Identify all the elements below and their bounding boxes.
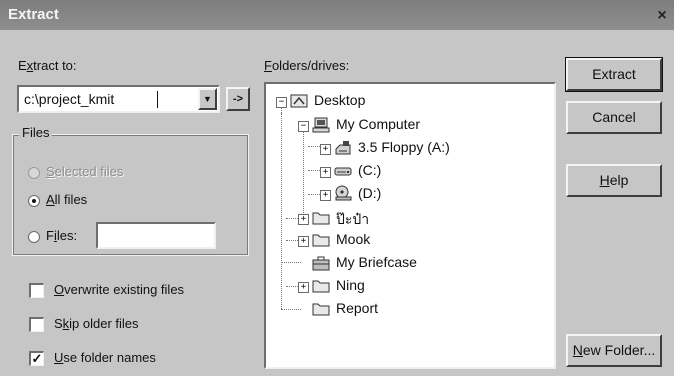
cd-drive-icon bbox=[335, 185, 352, 201]
text-cursor bbox=[157, 91, 158, 108]
help-button-hotkey: H bbox=[599, 172, 610, 188]
cancel-button[interactable]: Cancel bbox=[566, 101, 662, 134]
tree-item-folder-thai[interactable]: + ป๊ะป๋า bbox=[264, 207, 544, 229]
checkbox-overwrite-label: Overwrite existing files bbox=[54, 282, 184, 297]
radio-all-files-text: ll files bbox=[54, 192, 88, 207]
folders-drives-hotkey: F bbox=[264, 58, 272, 73]
folder-icon bbox=[312, 280, 330, 293]
briefcase-icon bbox=[312, 256, 330, 271]
tree-item-folder-report-label: Report bbox=[336, 300, 379, 316]
close-icon[interactable]: × bbox=[654, 8, 670, 24]
radio-all-files-hotkey: A bbox=[46, 192, 55, 207]
radio-files[interactable]: Files: bbox=[28, 228, 88, 246]
tree-item-drive-c-label: (C:) bbox=[358, 162, 382, 178]
radio-selected-files-hotkey: S bbox=[46, 164, 55, 179]
tree-item-desktop[interactable]: − Desktop bbox=[264, 90, 544, 112]
checkbox-overwrite-box[interactable] bbox=[29, 283, 44, 298]
tree-item-drive-c[interactable]: + (C:) bbox=[264, 160, 544, 182]
new-folder-button[interactable]: New Folder... bbox=[566, 334, 662, 367]
collapse-icon[interactable]: − bbox=[276, 97, 287, 108]
checkbox-skip-older[interactable]: Skip older files bbox=[29, 316, 259, 334]
extract-to-label: Extract to: bbox=[18, 58, 77, 73]
checkbox-overwrite-text: verwrite existing files bbox=[64, 282, 185, 297]
folder-tree-content: − Desktop − My Computer + 3.5 Floppy (A:… bbox=[264, 82, 554, 366]
radio-selected-files-button[interactable] bbox=[28, 167, 40, 179]
help-button[interactable]: Help bbox=[566, 164, 662, 197]
folder-icon bbox=[312, 234, 330, 247]
tree-item-my-briefcase[interactable]: My Briefcase bbox=[264, 252, 544, 274]
tree-item-folder-thai-label: ป๊ะป๋า bbox=[336, 211, 370, 227]
help-button-label: elp bbox=[609, 172, 629, 188]
tree-item-folder-mook-label: Mook bbox=[336, 231, 371, 247]
arrow-right-icon: -> bbox=[232, 93, 244, 105]
expand-icon[interactable]: + bbox=[298, 282, 309, 293]
expand-icon[interactable]: + bbox=[320, 144, 331, 155]
expand-icon[interactable]: + bbox=[320, 190, 331, 201]
extract-to-input[interactable]: c:\project_kmit bbox=[24, 91, 114, 107]
radio-files-label: Files: bbox=[46, 228, 77, 243]
checkbox-skip-older-pre: S bbox=[54, 316, 63, 331]
folders-drives-text: olders/drives: bbox=[271, 58, 350, 73]
radio-all-files[interactable]: All files bbox=[28, 192, 228, 210]
extract-to-go-button[interactable]: -> bbox=[226, 87, 250, 111]
hard-drive-icon bbox=[334, 167, 352, 176]
window-title: Extract bbox=[8, 6, 59, 23]
extract-to-label-rest: tract to: bbox=[33, 58, 77, 73]
desktop-icon bbox=[290, 94, 308, 108]
radio-all-files-button[interactable] bbox=[28, 195, 40, 207]
tree-item-my-computer-label: My Computer bbox=[336, 116, 421, 132]
floppy-drive-icon bbox=[335, 141, 351, 155]
expand-icon[interactable]: + bbox=[320, 167, 331, 178]
files-group-caption: Files bbox=[19, 125, 53, 140]
radio-files-pre: F bbox=[46, 228, 54, 243]
tree-item-folder-mook[interactable]: + Mook bbox=[264, 229, 544, 251]
tree-item-folder-ning[interactable]: + Ning bbox=[264, 275, 544, 297]
extract-dialog: Extract × Extract to: c:\project_kmit ▼ … bbox=[0, 0, 674, 376]
title-bar[interactable]: Extract × bbox=[0, 0, 674, 30]
radio-files-text: les: bbox=[56, 228, 78, 243]
folders-drives-label: Folders/drives: bbox=[264, 58, 349, 73]
extract-to-label-prefix: E bbox=[18, 58, 27, 73]
radio-selected-files-text: elected files bbox=[54, 164, 124, 179]
expand-icon[interactable]: + bbox=[298, 214, 309, 225]
tree-item-my-briefcase-label: My Briefcase bbox=[336, 254, 417, 270]
expand-icon[interactable]: + bbox=[298, 236, 309, 247]
checkbox-overwrite[interactable]: Overwrite existing files bbox=[29, 282, 259, 300]
radio-all-files-label: All files bbox=[46, 192, 87, 207]
folder-icon bbox=[312, 212, 330, 225]
tree-item-desktop-label: Desktop bbox=[314, 92, 366, 108]
radio-selected-files-label: Selected files bbox=[46, 164, 123, 179]
radio-selected-files[interactable]: Selected files bbox=[28, 164, 228, 182]
checkbox-skip-older-box[interactable] bbox=[29, 317, 44, 332]
tree-item-floppy-label: 3.5 Floppy (A:) bbox=[358, 139, 450, 155]
new-folder-button-label: ew Folder... bbox=[582, 342, 656, 358]
tree-item-my-computer[interactable]: − My Computer bbox=[264, 114, 544, 136]
files-filter-input[interactable] bbox=[96, 222, 216, 249]
tree-item-floppy[interactable]: + 3.5 Floppy (A:) bbox=[264, 137, 544, 159]
folder-icon bbox=[312, 303, 330, 316]
computer-icon bbox=[312, 117, 330, 133]
extract-to-dropdown-button[interactable]: ▼ bbox=[198, 88, 217, 110]
radio-files-button[interactable] bbox=[28, 231, 40, 243]
checkbox-use-folder-names-label: Use folder names bbox=[54, 350, 156, 365]
tree-item-drive-d-label: (D:) bbox=[358, 185, 382, 201]
checkbox-overwrite-hotkey: O bbox=[54, 282, 65, 297]
extract-button[interactable]: Extract bbox=[565, 57, 663, 92]
checkbox-use-folder-names-box[interactable]: ✓ bbox=[29, 351, 44, 366]
tree-item-folder-report[interactable]: Report bbox=[264, 298, 544, 320]
checkbox-use-folder-names-text: se folder names bbox=[63, 350, 156, 365]
tree-item-drive-d[interactable]: + (D:) bbox=[264, 183, 544, 205]
checkbox-use-folder-names-hotkey: U bbox=[54, 350, 64, 365]
new-folder-button-hotkey: N bbox=[572, 342, 583, 358]
checkbox-skip-older-text: ip older files bbox=[69, 316, 139, 331]
collapse-icon[interactable]: − bbox=[298, 121, 309, 132]
tree-item-folder-ning-label: Ning bbox=[336, 277, 365, 293]
checkbox-skip-older-label: Skip older files bbox=[54, 316, 139, 331]
extract-to-combobox[interactable]: c:\project_kmit ▼ bbox=[17, 85, 220, 113]
checkbox-use-folder-names[interactable]: ✓ Use folder names bbox=[29, 350, 259, 368]
chevron-down-icon: ▼ bbox=[203, 94, 212, 104]
